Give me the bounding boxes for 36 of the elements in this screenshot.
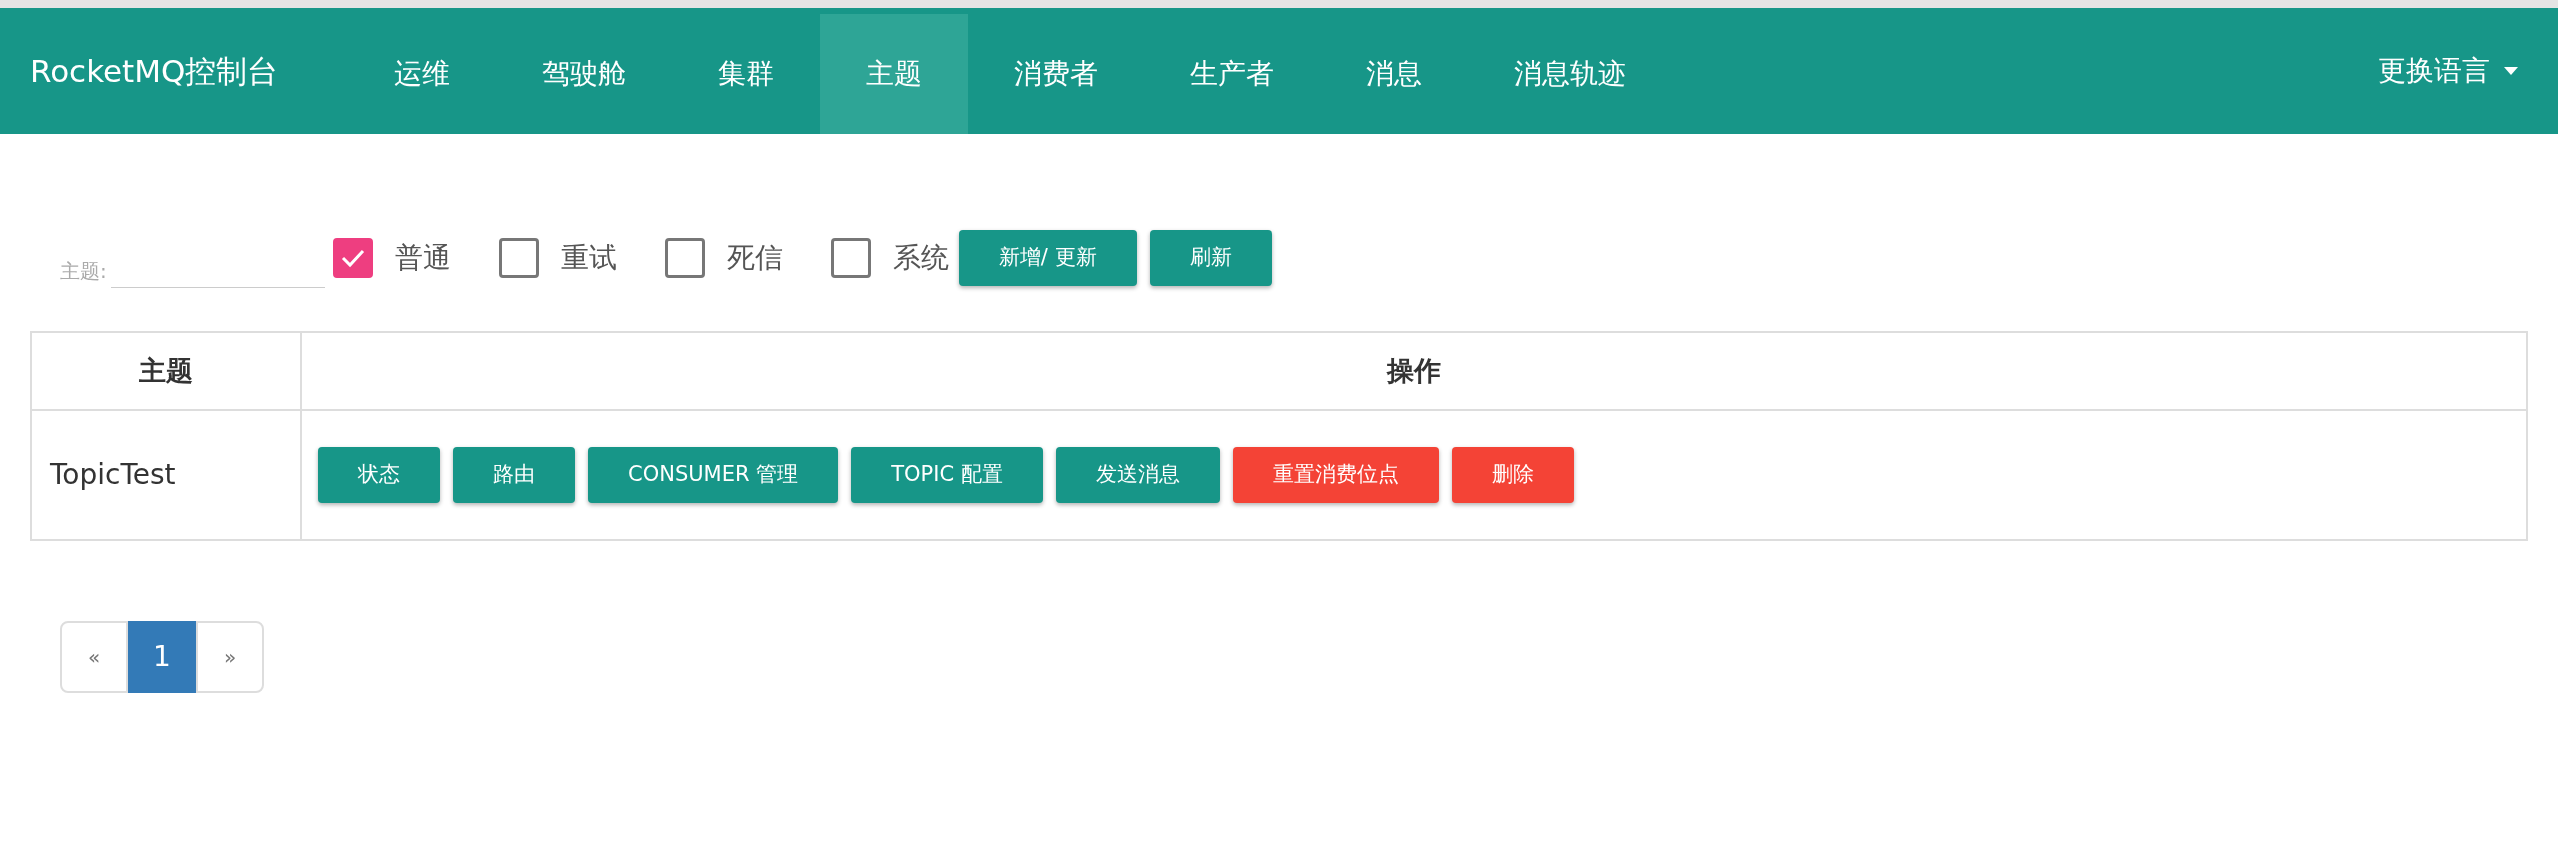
checkbox-label: 系统 — [892, 240, 949, 276]
action-button[interactable]: 发送消息 — [1055, 447, 1220, 503]
action-button[interactable]: 重置消费位点 — [1232, 447, 1439, 503]
column-header: 操作 — [301, 332, 2527, 410]
action-button[interactable]: 状态 — [318, 447, 440, 503]
nav-tab[interactable]: 消息轨迹 — [1468, 14, 1673, 134]
checkbox[interactable] — [830, 238, 871, 278]
nav-tab[interactable]: 主题 — [820, 14, 969, 134]
nav-tab[interactable]: 生产者 — [1144, 14, 1321, 134]
filter-button[interactable]: 刷新 — [1149, 230, 1272, 286]
checkbox-label: 死信 — [726, 240, 783, 276]
checkbox-label: 重试 — [560, 240, 617, 276]
brand-title: RocketMQ控制台 — [30, 51, 279, 91]
checkbox[interactable] — [332, 238, 373, 278]
page-link[interactable]: » — [196, 621, 264, 693]
field-label: 主题: — [60, 258, 107, 285]
action-button[interactable]: 删除 — [1451, 447, 1574, 503]
caret-icon — [2504, 67, 2518, 75]
action-button[interactable]: 路由 — [453, 447, 575, 503]
nav-tab[interactable]: 驾驶舱 — [496, 14, 673, 134]
filter-button[interactable]: 新增/ 更新 — [958, 230, 1137, 286]
checkbox[interactable] — [664, 238, 705, 278]
nav-tab[interactable]: 集群 — [672, 14, 821, 134]
nav-tab[interactable]: 运维 — [348, 14, 497, 134]
table-cell: TopicTest — [31, 410, 301, 540]
action-button[interactable]: CONSUMER 管理 — [588, 447, 839, 503]
page-link[interactable]: « — [60, 621, 128, 693]
action-button[interactable]: TOPIC 配置 — [851, 447, 1043, 503]
page-link[interactable]: 1 — [128, 621, 196, 693]
checkbox[interactable] — [498, 238, 539, 278]
language-dropdown[interactable]: 更换语言 — [2378, 50, 2528, 92]
column-header: 主题 — [31, 332, 301, 410]
nav-tab[interactable]: 消息 — [1320, 14, 1469, 134]
nav-tab[interactable]: 消费者 — [968, 14, 1145, 134]
check-icon — [340, 248, 365, 268]
checkbox-label: 普通 — [394, 240, 451, 276]
